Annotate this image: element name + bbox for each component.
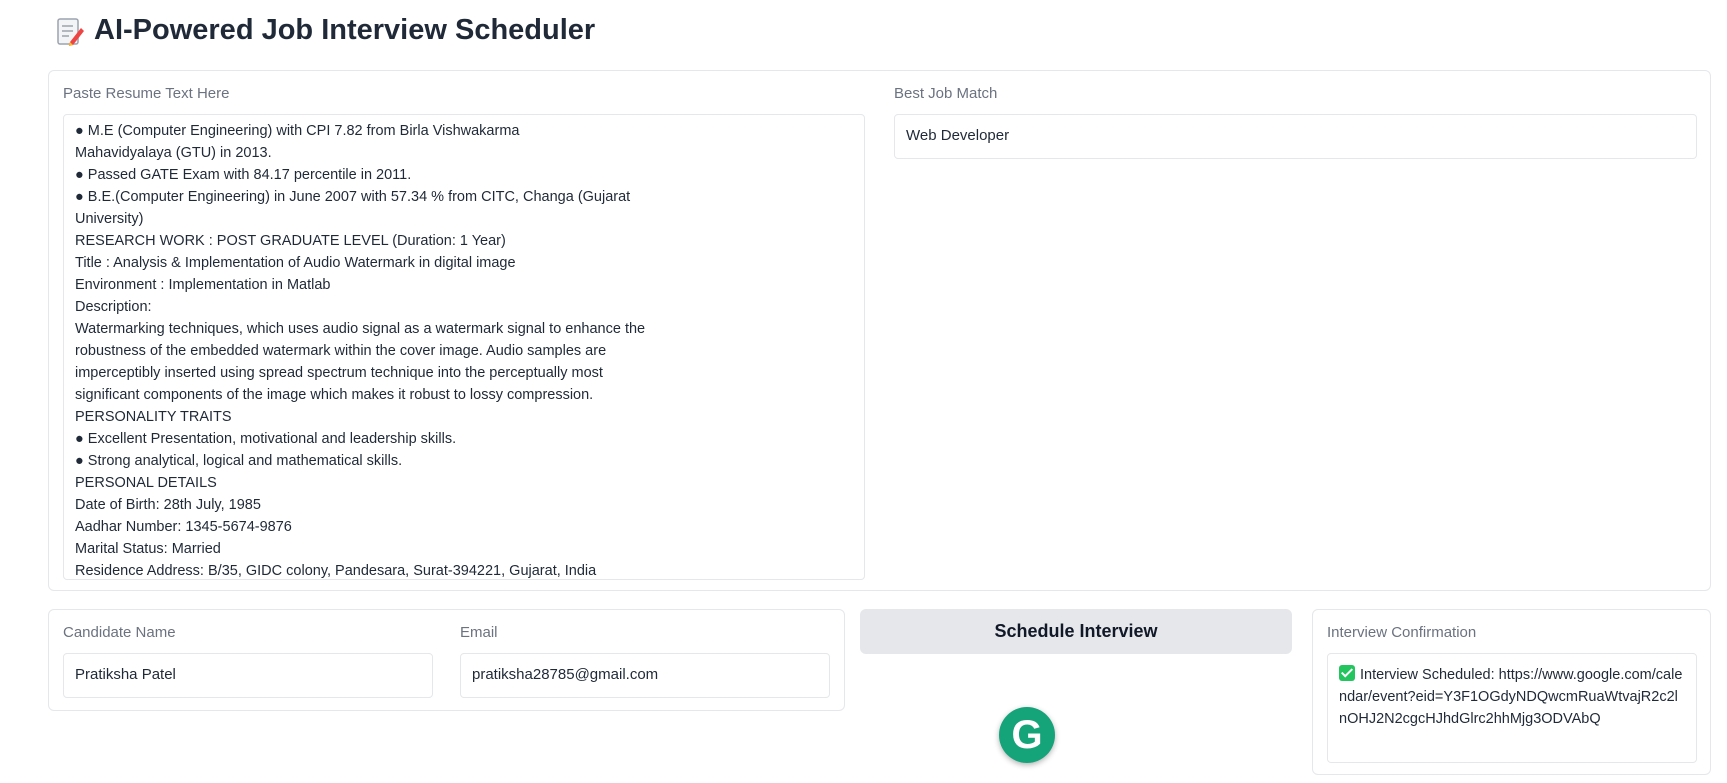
confirmation-text: Interview Scheduled: https://www.google.… [1339, 667, 1683, 727]
candidate-name-input[interactable]: Pratiksha Patel [63, 653, 433, 698]
memo-icon [57, 17, 84, 46]
job-match-label: Best Job Match [894, 85, 998, 102]
resume-panel: Paste Resume Text Here ● M.E (Computer E… [48, 70, 1711, 591]
email-label: Email [460, 624, 498, 641]
schedule-interview-button[interactable]: Schedule Interview [860, 609, 1292, 654]
confirmation-output: Interview Scheduled: https://www.google.… [1327, 653, 1697, 763]
job-match-field: Web Developer [894, 114, 1697, 159]
email-input[interactable]: pratiksha28785@gmail.com [460, 653, 830, 698]
confirmation-panel: Interview Confirmation Interview Schedul… [1312, 609, 1711, 775]
confirmation-label: Interview Confirmation [1327, 624, 1477, 641]
check-mark-icon [1339, 665, 1355, 681]
candidate-panel: Candidate Name Pratiksha Patel Email pra… [48, 609, 845, 711]
resume-textarea[interactable]: ● M.E (Computer Engineering) with CPI 7.… [63, 114, 865, 580]
grammarly-letter: G [1011, 712, 1043, 757]
candidate-name-label: Candidate Name [63, 624, 176, 641]
grammarly-icon[interactable]: G [999, 707, 1055, 763]
page-title: AI-Powered Job Interview Scheduler [94, 14, 596, 46]
resume-label: Paste Resume Text Here [63, 85, 230, 102]
page-title-row: AI-Powered Job Interview Scheduler [56, 14, 595, 47]
